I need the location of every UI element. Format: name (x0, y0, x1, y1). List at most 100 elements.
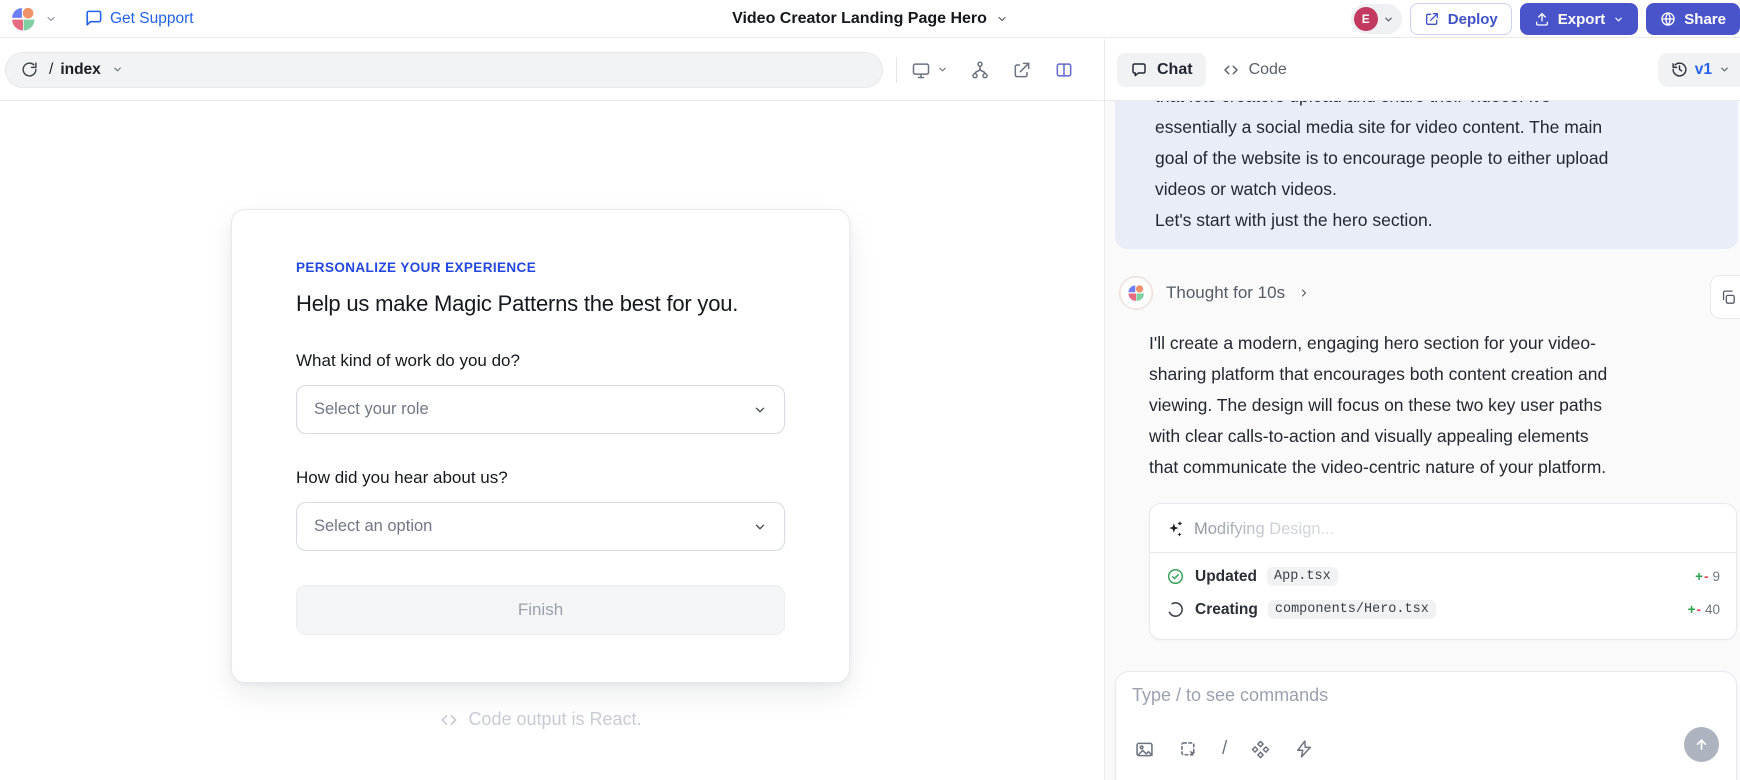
role-select-chevron-down-icon (753, 403, 767, 417)
version-chevron-down-icon (1719, 64, 1730, 75)
code-tab-icon (1222, 61, 1240, 79)
role-select-placeholder: Select your role (314, 400, 429, 419)
chat-scroll-area[interactable]: that lets creators upload and share thei… (1105, 101, 1740, 780)
magic-patterns-logo-icon[interactable] (10, 6, 36, 32)
chat-pane: Chat Code v1 (1104, 39, 1740, 780)
diff-stats: + - 9 (1695, 569, 1720, 584)
card-divider (1150, 552, 1736, 553)
user-message-line: videos or watch videos. (1155, 174, 1720, 205)
file-change-row[interactable]: Updated App.tsx + - 9 (1166, 560, 1720, 593)
share-button[interactable]: Share (1646, 3, 1740, 35)
deploy-label: Deploy (1448, 11, 1498, 28)
attach-image-icon[interactable] (1134, 739, 1155, 760)
diff-plus: + (1688, 602, 1696, 617)
top-header: Get Support Video Creator Landing Page H… (0, 0, 1740, 38)
referral-select-chevron-down-icon (753, 520, 767, 534)
onboarding-modal: PERSONALIZE YOUR EXPERIENCE Help us make… (231, 209, 850, 683)
refresh-icon[interactable] (21, 61, 38, 78)
device-chevron-down-icon (937, 64, 948, 75)
question-label-referral: How did you hear about us? (296, 468, 785, 488)
assistant-line: that communicate the video-centric natur… (1149, 452, 1728, 483)
assistant-message: I'll create a modern, engaging hero sect… (1149, 328, 1728, 483)
component-tree-icon[interactable] (970, 60, 990, 80)
tab-code[interactable]: Code (1222, 61, 1287, 79)
toolbar-divider (896, 57, 897, 83)
copy-message-button[interactable] (1710, 275, 1740, 319)
component-icon[interactable] (1250, 739, 1271, 760)
route-path[interactable]: / index (49, 61, 101, 79)
thought-toggle[interactable]: Thought for 10s (1119, 276, 1740, 310)
code-output-note: Code output is React. (231, 709, 850, 730)
user-message-line: goal of the website is to encourage peop… (1155, 143, 1720, 174)
modal-eyebrow: PERSONALIZE YOUR EXPERIENCE (296, 260, 785, 275)
file-action: Updated (1195, 568, 1257, 586)
device-size-menu[interactable] (911, 60, 948, 80)
sparkle-icon (1166, 520, 1184, 538)
thought-chevron-right-icon (1298, 287, 1310, 299)
account-chevron-down-icon (1383, 14, 1394, 25)
modal-heading: Help us make Magic Patterns the best for… (296, 291, 785, 317)
avatar: E (1354, 7, 1378, 31)
assistant-line: I'll create a modern, engaging hero sect… (1149, 328, 1728, 359)
project-title-menu[interactable]: Video Creator Landing Page Hero (732, 0, 1008, 38)
thought-label: Thought for 10s (1166, 283, 1285, 303)
diff-count: 9 (1712, 569, 1720, 584)
version-selector[interactable]: v1 (1658, 53, 1740, 87)
upload-icon (1534, 11, 1550, 27)
select-element-icon[interactable] (1178, 739, 1199, 760)
deploy-external-icon (1424, 11, 1440, 27)
user-message-bubble: that lets creators upload and share thei… (1115, 101, 1738, 249)
monitor-icon (911, 60, 931, 80)
workspace-chevron-down-icon[interactable] (45, 13, 57, 25)
support-chat-bubble-icon (84, 9, 103, 28)
preview-url-bar[interactable]: / index (5, 52, 883, 88)
copy-icon (1720, 289, 1737, 306)
title-chevron-down-icon (996, 13, 1008, 25)
assistant-line: sharing platform that encourages both co… (1149, 359, 1728, 390)
tab-chat-label: Chat (1157, 61, 1193, 79)
check-circle-icon (1166, 567, 1185, 586)
file-change-row[interactable]: Creating components/Hero.tsx + - 40 (1166, 593, 1720, 626)
referral-select-placeholder: Select an option (314, 517, 432, 536)
version-label: v1 (1695, 61, 1712, 79)
export-label: Export (1558, 11, 1606, 28)
app-window: Get Support Video Creator Landing Page H… (0, 0, 1740, 780)
slash-command-icon[interactable]: / (1222, 738, 1227, 760)
role-select[interactable]: Select your role (296, 385, 785, 434)
question-label-role: What kind of work do you do? (296, 351, 785, 371)
assistant-avatar (1119, 276, 1153, 310)
route-name: index (60, 61, 100, 79)
toggle-panel-icon[interactable] (1054, 60, 1074, 80)
get-support-link[interactable]: Get Support (84, 9, 194, 28)
diff-plus: + (1695, 569, 1703, 584)
account-menu[interactable]: E (1351, 4, 1402, 34)
spinner-icon (1166, 600, 1185, 619)
assistant-line: with clear calls-to-action and visually … (1149, 421, 1728, 452)
preview-toolbar: / index (0, 39, 1103, 101)
deploy-button[interactable]: Deploy (1410, 3, 1512, 35)
preview-canvas: PERSONALIZE YOUR EXPERIENCE Help us make… (0, 101, 1103, 780)
chat-bubble-icon (1130, 61, 1148, 79)
send-button[interactable] (1684, 727, 1719, 762)
chat-composer: / (1115, 671, 1737, 780)
export-button[interactable]: Export (1520, 3, 1639, 35)
referral-select[interactable]: Select an option (296, 502, 785, 551)
user-message-line: Let's start with just the hero section. (1155, 205, 1720, 236)
file-action: Creating (1195, 601, 1258, 619)
quick-action-lightning-icon[interactable] (1294, 739, 1314, 759)
diff-minus: - (1704, 569, 1709, 584)
finish-button[interactable]: Finish (296, 585, 785, 635)
history-icon (1671, 61, 1688, 78)
user-message-line: that lets creators upload and share thei… (1155, 101, 1720, 112)
tab-code-label: Code (1249, 61, 1287, 79)
assistant-line: viewing. The design will focus on these … (1149, 390, 1728, 421)
design-progress-card: Modifying Design... Updated App.tsx + - … (1149, 503, 1737, 640)
export-chevron-down-icon (1613, 14, 1624, 25)
tab-chat[interactable]: Chat (1117, 53, 1206, 87)
route-chevron-down-icon[interactable] (112, 64, 123, 75)
chat-tabbar: Chat Code v1 (1105, 39, 1740, 101)
route-slash: / (49, 61, 53, 79)
open-in-new-tab-icon[interactable] (1012, 60, 1032, 80)
file-path: components/Hero.tsx (1268, 600, 1436, 619)
chat-input[interactable] (1132, 685, 1720, 725)
